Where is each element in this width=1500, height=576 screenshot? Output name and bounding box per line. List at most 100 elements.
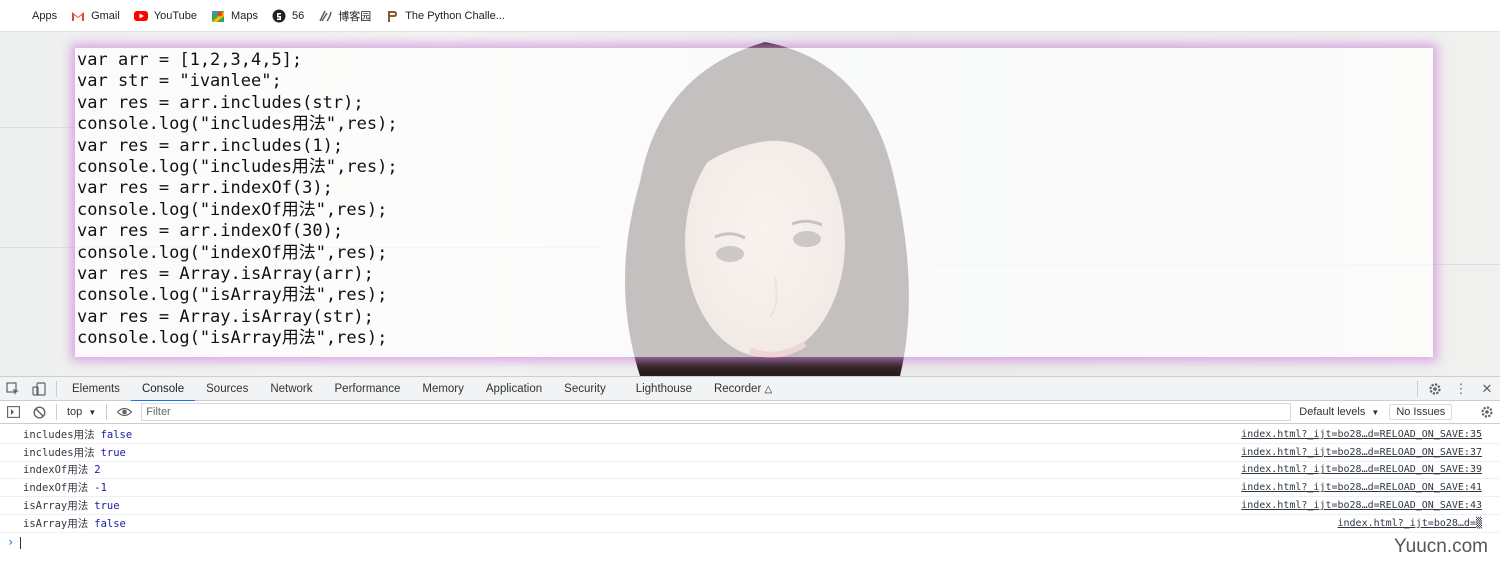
- log-levels-dropdown[interactable]: Default levels ▼: [1299, 406, 1379, 418]
- code-line: var res = Array.isArray(arr);: [77, 264, 374, 285]
- source-link[interactable]: index.html?_ijt=bo28…d=RELOAD_ON_SAVE:37: [1241, 447, 1482, 458]
- prompt-chevron-icon: ›: [7, 535, 15, 549]
- gmail-icon: [72, 11, 85, 21]
- bookmark-label: YouTube: [153, 9, 198, 22]
- tab-elements[interactable]: Elements: [61, 377, 131, 401]
- bookmark-label: 56: [291, 9, 305, 22]
- apps-grid-icon: [12, 9, 26, 23]
- console-log-row: indexOf用法 -1 index.html?_ijt=bo28…d=RELOAD…: [0, 479, 1500, 498]
- bookmark-python-challenge[interactable]: The Python Challe...: [385, 9, 505, 23]
- console-settings-gear-icon[interactable]: [1474, 400, 1500, 424]
- console-log-row: includes用法 true index.html?_ijt=bo28…d=REL…: [0, 444, 1500, 462]
- console-log-row: isArray用法 false index.html?_ijt=bo28…d=▒: [0, 515, 1500, 533]
- context-selector[interactable]: top ▼: [61, 406, 102, 418]
- bookmark-label: The Python Challe...: [405, 9, 505, 22]
- log-label: isArray用法: [23, 500, 89, 513]
- source-link[interactable]: index.html?_ijt=bo28…d=RELOAD_ON_SAVE:39: [1241, 464, 1482, 475]
- bookmark-maps[interactable]: Maps: [211, 9, 258, 23]
- eye-icon[interactable]: [111, 400, 137, 424]
- toolbar-divider: [1417, 380, 1418, 397]
- log-value: false: [94, 517, 126, 530]
- code-line: var res = arr.indexOf(3);: [77, 178, 333, 199]
- sidebar-toggle-icon[interactable]: [0, 400, 26, 424]
- bookmark-label: Apps: [32, 9, 58, 22]
- toolbar-divider: [56, 404, 57, 420]
- dropdown-arrow-icon: ▼: [88, 408, 97, 417]
- device-toolbar-icon[interactable]: [26, 377, 52, 401]
- log-value: -1: [94, 482, 107, 495]
- console-message: isArray用法 true: [23, 498, 120, 513]
- tab-security[interactable]: Security: [553, 377, 617, 401]
- clear-console-icon[interactable]: [26, 400, 52, 424]
- source-link[interactable]: index.html?_ijt=bo28…d=RELOAD_ON_SAVE:35: [1241, 429, 1482, 440]
- source-link[interactable]: index.html?_ijt=bo28…d=RELOAD_ON_SAVE:41: [1241, 482, 1482, 493]
- console-message: indexOf用法 2: [23, 462, 101, 477]
- console-toolbar: top ▼ Default levels ▼ No Issues: [0, 401, 1500, 424]
- issues-button[interactable]: No Issues: [1389, 404, 1453, 420]
- code-line: console.log("includes用法",res);: [77, 114, 398, 135]
- console-prompt[interactable]: ›: [7, 535, 22, 549]
- log-value: false: [100, 428, 133, 441]
- watermark: Yuucn.com: [1394, 536, 1488, 557]
- tab-memory[interactable]: Memory: [411, 377, 475, 401]
- maps-icon: [212, 10, 225, 22]
- log-label: includes用法: [23, 446, 95, 459]
- code-line: console.log("isArray用法",res);: [77, 285, 388, 306]
- console-message: includes用法 true: [23, 445, 126, 460]
- code-line: var str = "ivanlee";: [77, 71, 282, 92]
- code-line: console.log("indexOf用法",res);: [77, 242, 388, 263]
- console-message: includes用法 false: [23, 427, 132, 442]
- tab-lighthouse[interactable]: Lighthouse: [625, 377, 703, 401]
- tab-sources[interactable]: Sources: [195, 377, 259, 401]
- tab-recorder[interactable]: Recorder △: [703, 377, 783, 401]
- code-line: var res = arr.includes(str);: [77, 92, 364, 113]
- cnblogs-icon: [319, 10, 332, 21]
- text-caret: [20, 536, 22, 549]
- devtools-tab-bar: Elements Console Sources Network Perform…: [0, 376, 1500, 402]
- tab-recorder-label: Recorder: [713, 382, 762, 395]
- site-56-icon: [272, 9, 286, 22]
- bookmark-label: Gmail: [91, 9, 120, 22]
- console-log-row: includes用法 false index.html?_ijt=bo28…d=RE…: [0, 426, 1500, 444]
- tab-application[interactable]: Application: [475, 377, 553, 401]
- log-label: isArray用法: [23, 517, 89, 530]
- code-line: var res = arr.indexOf(30);: [77, 221, 344, 242]
- console-message: isArray用法 false: [23, 516, 126, 531]
- code-block: var arr = [1,2,3,4,5]; var str = "ivanlee…: [77, 50, 398, 350]
- tab-console[interactable]: Console: [130, 377, 196, 402]
- page-viewport: var arr = [1,2,3,4,5]; var str = "ivanlee…: [0, 32, 1500, 376]
- bookmark-56[interactable]: 56: [272, 9, 304, 23]
- console-messages: includes用法 false index.html?_ijt=bo28…d=RE…: [0, 426, 1500, 533]
- console-log-row: isArray用法 true index.html?_ijt=bo28…d=RELO…: [0, 497, 1500, 515]
- more-options-icon[interactable]: ⋮: [1448, 377, 1474, 401]
- bookmarks-bar: Apps Gmail YouTube Maps 56 博客园 The Pytho…: [0, 0, 1500, 32]
- code-line: console.log("isArray用法",res);: [77, 328, 388, 349]
- bookmark-apps[interactable]: Apps: [12, 9, 57, 23]
- python-challenge-icon: [388, 10, 398, 22]
- log-label: includes用法: [23, 428, 95, 441]
- source-link[interactable]: index.html?_ijt=bo28…d=RELOAD_ON_SAVE:43: [1241, 500, 1482, 511]
- settings-gear-icon[interactable]: [1422, 377, 1448, 401]
- bookmark-cnblogs[interactable]: 博客园: [318, 8, 371, 24]
- code-line: var res = arr.includes(1);: [77, 135, 344, 156]
- bookmark-label: Maps: [231, 9, 258, 22]
- console-filter-input[interactable]: [141, 403, 1292, 421]
- dropdown-arrow-icon: ▼: [1371, 408, 1380, 417]
- console-message: indexOf用法 -1: [23, 480, 107, 495]
- bookmark-gmail[interactable]: Gmail: [71, 9, 120, 23]
- inspect-element-icon[interactable]: [0, 377, 26, 401]
- bookmark-youtube[interactable]: YouTube: [133, 9, 198, 23]
- source-link[interactable]: index.html?_ijt=bo28…d=▒: [1338, 518, 1483, 529]
- toolbar-divider: [56, 380, 57, 397]
- tab-network[interactable]: Network: [259, 377, 323, 401]
- flask-icon: △: [764, 383, 773, 395]
- log-value: true: [100, 446, 126, 459]
- youtube-icon: [133, 10, 148, 21]
- code-display-box: var arr = [1,2,3,4,5]; var str = "ivanlee…: [75, 48, 1433, 357]
- console-log-row: indexOf用法 2 index.html?_ijt=bo28…d=RELOAD_…: [0, 462, 1500, 480]
- wall-line: [0, 127, 80, 128]
- log-levels-label: Default levels: [1299, 406, 1366, 418]
- tab-performance[interactable]: Performance: [324, 377, 412, 401]
- log-value: true: [94, 500, 120, 513]
- close-icon[interactable]: ✕: [1474, 377, 1500, 401]
